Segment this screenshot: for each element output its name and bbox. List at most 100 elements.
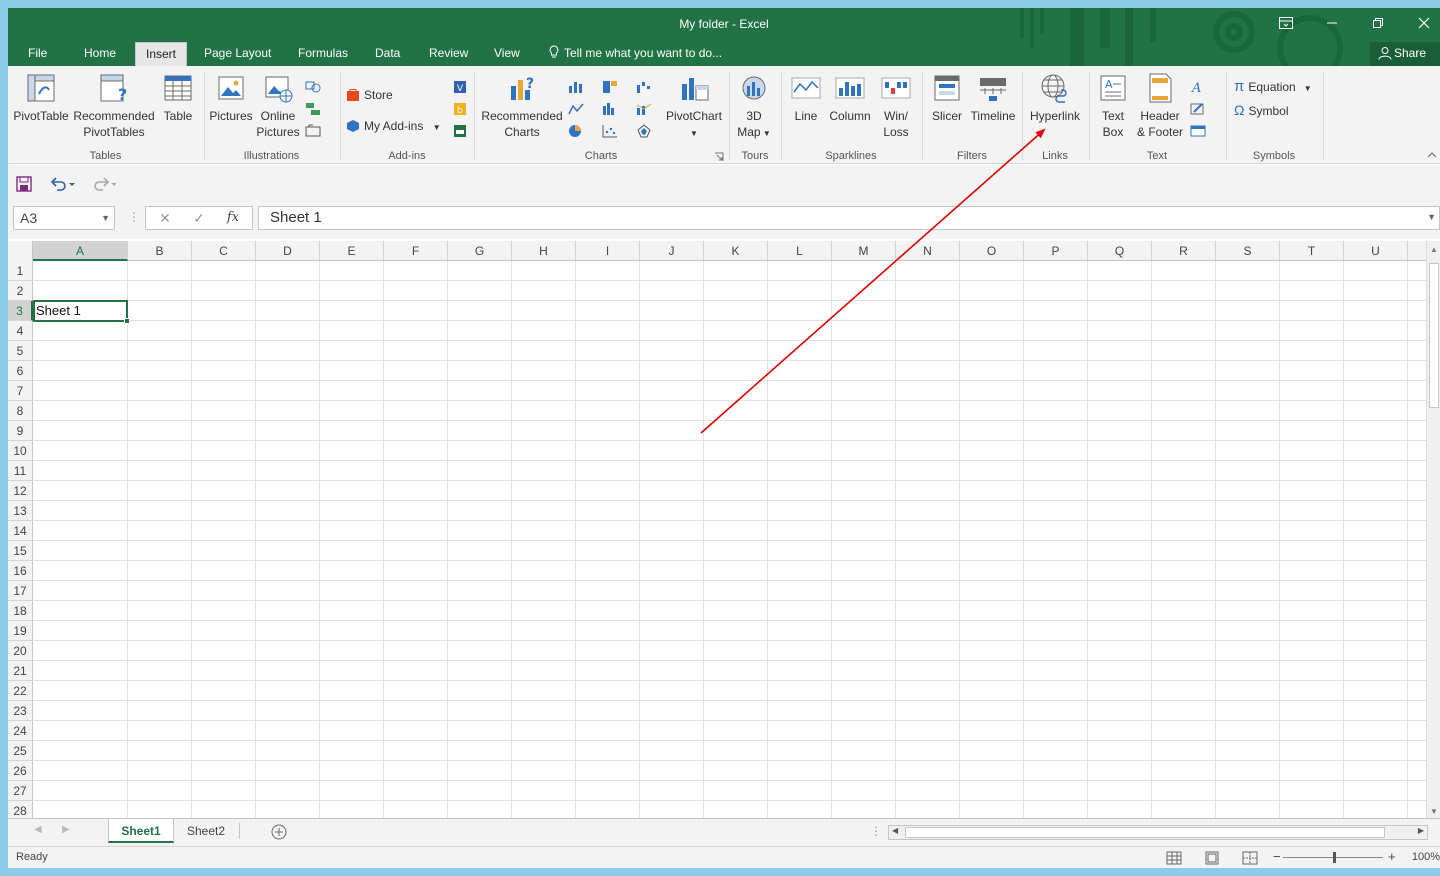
column-header-p[interactable]: P	[1024, 241, 1088, 261]
row-header-24[interactable]: 24	[8, 721, 33, 741]
undo-icon[interactable]	[50, 176, 76, 192]
zoom-slider[interactable]	[1283, 852, 1383, 863]
column-header-a[interactable]: A	[33, 241, 128, 261]
scroll-right-icon[interactable]: ▶	[1418, 826, 1424, 835]
slicer-button[interactable]: Slicer	[926, 72, 968, 124]
scroll-left-icon[interactable]: ◀	[892, 826, 898, 835]
equation-button[interactable]: π Equation ▼	[1234, 79, 1312, 97]
store-button[interactable]: Store	[346, 87, 393, 103]
combo-chart-icon[interactable]	[636, 102, 652, 116]
row-header-6[interactable]: 6	[8, 361, 33, 381]
timeline-button[interactable]: Timeline	[968, 72, 1018, 124]
column-header-m[interactable]: M	[832, 241, 896, 261]
row-header-9[interactable]: 9	[8, 421, 33, 441]
row-header-2[interactable]: 2	[8, 281, 33, 301]
row-header-18[interactable]: 18	[8, 601, 33, 621]
row-header-10[interactable]: 10	[8, 441, 33, 461]
tab-page-layout[interactable]: Page Layout	[194, 42, 281, 66]
column-header-e[interactable]: E	[320, 241, 384, 261]
pivotchart-button[interactable]: PivotChart ▼	[664, 72, 724, 142]
statistic-chart-icon[interactable]	[602, 102, 618, 116]
scatter-chart-icon[interactable]	[602, 124, 618, 138]
worksheet-grid[interactable]: ABCDEFGHIJKLMNOPQRSTU 1 2 3 4 5 6 7 8 9 10 11 12 13 1…	[8, 241, 1426, 818]
3d-map-button[interactable]: 3D Map ▼	[732, 72, 776, 142]
ribbon-display-options-button[interactable]	[1266, 12, 1306, 36]
scroll-tabs-left-icon[interactable]: ◀	[34, 824, 42, 835]
row-header-16[interactable]: 16	[8, 561, 33, 581]
shapes-icon[interactable]	[305, 80, 321, 94]
header-footer-button[interactable]: Header & Footer	[1134, 72, 1186, 140]
recommended-charts-button[interactable]: ? Recommended Charts	[478, 72, 566, 140]
column-header-g[interactable]: G	[448, 241, 512, 261]
row-header-28[interactable]: 28	[8, 801, 33, 818]
column-header-r[interactable]: R	[1152, 241, 1216, 261]
formula-bar-resize-dots[interactable]: ⋮	[128, 210, 140, 224]
tab-view[interactable]: View	[484, 42, 530, 66]
column-header-q[interactable]: Q	[1088, 241, 1152, 261]
fill-handle[interactable]	[124, 318, 130, 324]
line-chart-icon[interactable]	[568, 102, 584, 116]
scroll-down-icon[interactable]: ▼	[1430, 807, 1438, 816]
row-header-11[interactable]: 11	[8, 461, 33, 481]
normal-view-icon[interactable]	[1166, 851, 1182, 865]
wordart-icon[interactable]: A	[1190, 80, 1206, 94]
online-pictures-button[interactable]: Online Pictures	[256, 72, 300, 140]
column-header-l[interactable]: L	[768, 241, 832, 261]
share-button[interactable]: Share	[1370, 42, 1440, 66]
row-header-5[interactable]: 5	[8, 341, 33, 361]
sparkline-winloss-button[interactable]: Win/ Loss	[876, 72, 916, 140]
sheet-tab-sheet1[interactable]: Sheet1	[108, 819, 174, 843]
sparkline-line-button[interactable]: Line	[786, 72, 826, 124]
object-icon[interactable]	[1190, 124, 1206, 138]
column-header-f[interactable]: F	[384, 241, 448, 261]
signature-line-icon[interactable]	[1190, 102, 1206, 116]
column-chart-icon[interactable]	[568, 80, 584, 94]
row-header-25[interactable]: 25	[8, 741, 33, 761]
row-header-14[interactable]: 14	[8, 521, 33, 541]
save-icon[interactable]	[16, 176, 32, 192]
zoom-in-icon[interactable]: +	[1388, 849, 1396, 864]
row-header-19[interactable]: 19	[8, 621, 33, 641]
horizontal-scrollbar[interactable]: ◀ ▶	[888, 825, 1428, 840]
row-header-3[interactable]: 3	[8, 301, 33, 321]
horizontal-scroll-thumb[interactable]	[905, 827, 1385, 838]
row-header-27[interactable]: 27	[8, 781, 33, 801]
row-header-7[interactable]: 7	[8, 381, 33, 401]
row-header-8[interactable]: 8	[8, 401, 33, 421]
insert-function-icon[interactable]: fx	[218, 208, 248, 228]
visio-icon[interactable]: V	[452, 80, 468, 94]
my-addins-button[interactable]: My Add-ins ▼	[346, 118, 441, 136]
new-sheet-icon[interactable]	[271, 824, 287, 840]
pictures-button[interactable]: Pictures	[208, 72, 254, 124]
screenshot-icon[interactable]	[305, 124, 321, 138]
column-header-c[interactable]: C	[192, 241, 256, 261]
column-header-o[interactable]: O	[960, 241, 1024, 261]
column-header-d[interactable]: D	[256, 241, 320, 261]
row-header-20[interactable]: 20	[8, 641, 33, 661]
row-header-1[interactable]: 1	[8, 261, 33, 281]
expand-formula-bar-icon[interactable]: ▼	[1427, 212, 1436, 222]
tab-insert[interactable]: Insert	[135, 42, 188, 66]
row-header-15[interactable]: 15	[8, 541, 33, 561]
table-button[interactable]: Table	[158, 72, 198, 124]
tab-file[interactable]: File	[18, 42, 57, 66]
vertical-scrollbar[interactable]: ▲ ▼	[1426, 241, 1440, 818]
row-header-17[interactable]: 17	[8, 581, 33, 601]
enter-icon[interactable]: ✓	[184, 208, 214, 228]
pie-chart-icon[interactable]	[568, 124, 584, 138]
tab-review[interactable]: Review	[419, 42, 478, 66]
column-header-s[interactable]: S	[1216, 241, 1280, 261]
close-button[interactable]	[1404, 12, 1440, 36]
vertical-scroll-thumb[interactable]	[1429, 263, 1439, 408]
column-header-t[interactable]: T	[1280, 241, 1344, 261]
column-header-u[interactable]: U	[1344, 241, 1408, 261]
column-header-k[interactable]: K	[704, 241, 768, 261]
scroll-up-icon[interactable]: ▲	[1430, 245, 1438, 254]
zoom-level[interactable]: 100%	[1412, 851, 1440, 863]
zoom-slider-thumb[interactable]	[1333, 852, 1336, 863]
text-box-button[interactable]: A Text Box	[1093, 72, 1133, 140]
tab-data[interactable]: Data	[365, 42, 410, 66]
row-header-26[interactable]: 26	[8, 761, 33, 781]
column-header-n[interactable]: N	[896, 241, 960, 261]
symbol-button[interactable]: Ω Symbol	[1234, 102, 1288, 119]
